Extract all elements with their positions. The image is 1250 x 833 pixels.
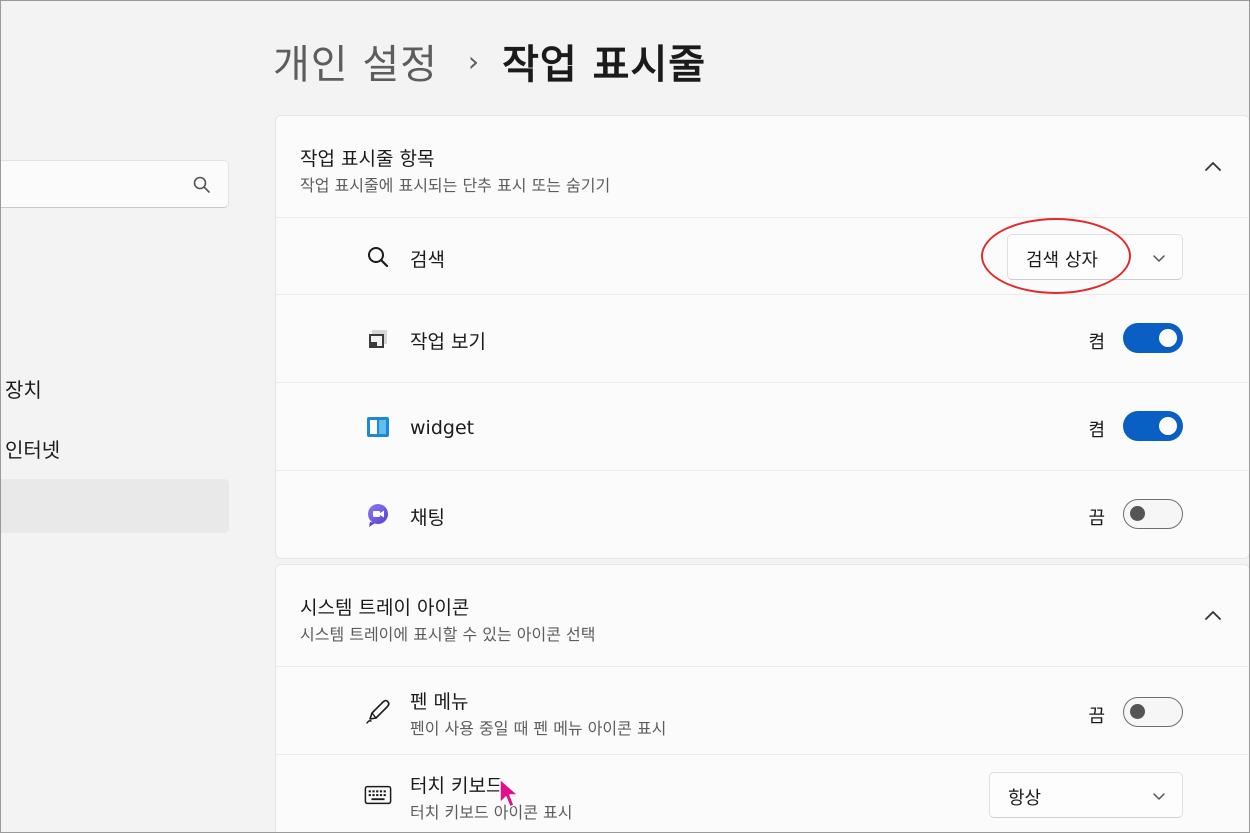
page-title: 작업 표시줄 bbox=[502, 42, 707, 88]
settings-window: 개인 설정 › 작업 표시줄 장치 인터넷 작업 표시줄 항목 작업 표시줄에 … bbox=[0, 0, 1250, 833]
chevron-up-icon[interactable] bbox=[1201, 156, 1225, 176]
toggle-knob bbox=[1130, 704, 1145, 719]
pen-menu-setting-row: 펜 메뉴 펜이 사용 중일 때 펜 메뉴 아이콘 표시 끔 bbox=[276, 667, 1249, 755]
taskbar-items-card: 작업 표시줄 항목 작업 표시줄에 표시되는 단추 표시 또는 숨기기 검색 검… bbox=[275, 115, 1249, 559]
toggle-state-text: 켬 bbox=[1088, 420, 1105, 441]
search-mode-dropdown[interactable]: 검색 상자 bbox=[1007, 234, 1183, 280]
taskbar-items-header[interactable]: 작업 표시줄 항목 작업 표시줄에 표시되는 단추 표시 또는 숨기기 bbox=[276, 116, 1249, 218]
keyboard-icon bbox=[364, 781, 392, 809]
touch-keyboard-description: 터치 키보드 아이콘 표시 bbox=[410, 803, 573, 822]
system-tray-header[interactable]: 시스템 트레이 아이콘 시스템 트레이에 표시할 수 있는 아이콘 선택 bbox=[276, 565, 1249, 667]
sidebar-item-label: 인터넷 bbox=[5, 437, 61, 462]
search-icon bbox=[364, 243, 392, 271]
sidebar-item-label: 장치 bbox=[5, 377, 42, 402]
section-description: 시스템 트레이에 표시할 수 있는 아이콘 선택 bbox=[300, 625, 596, 644]
breadcrumb-parent[interactable]: 개인 설정 bbox=[273, 32, 438, 90]
section-title: 시스템 트레이 아이콘 bbox=[300, 597, 470, 619]
widgets-icon bbox=[364, 413, 392, 441]
task-view-setting-row: 작업 보기 켬 bbox=[276, 295, 1249, 383]
widgets-label: widget bbox=[410, 417, 475, 439]
toggle-knob bbox=[1130, 506, 1145, 521]
sidebar-item-personalization[interactable] bbox=[1, 479, 229, 533]
widgets-setting-row: widget 켬 bbox=[276, 383, 1249, 471]
toggle-knob bbox=[1159, 329, 1177, 347]
sidebar-item-devices[interactable]: 장치 bbox=[1, 361, 229, 415]
pen-menu-label: 펜 메뉴 bbox=[410, 691, 469, 713]
task-view-label: 작업 보기 bbox=[410, 331, 486, 353]
toggle-knob bbox=[1159, 417, 1177, 435]
chevron-down-icon bbox=[1153, 793, 1165, 800]
section-description: 작업 표시줄에 표시되는 단추 표시 또는 숨기기 bbox=[300, 176, 611, 195]
chat-icon bbox=[364, 501, 392, 529]
chat-label: 채팅 bbox=[410, 507, 445, 529]
pen-menu-toggle[interactable] bbox=[1123, 697, 1183, 727]
search-setting-row: 검색 검색 상자 bbox=[276, 218, 1249, 295]
chevron-up-icon[interactable] bbox=[1201, 605, 1225, 625]
breadcrumb: 개인 설정 › 작업 표시줄 bbox=[273, 31, 706, 91]
sidebar-item-network[interactable]: 인터넷 bbox=[1, 421, 229, 475]
toggle-state-text: 켬 bbox=[1088, 332, 1105, 353]
task-view-icon bbox=[364, 325, 392, 353]
touch-keyboard-label: 터치 키보드 bbox=[410, 775, 504, 797]
chat-toggle[interactable] bbox=[1123, 499, 1183, 529]
section-title: 작업 표시줄 항목 bbox=[300, 148, 435, 170]
search-label: 검색 bbox=[410, 249, 445, 271]
dropdown-value: 항상 bbox=[1008, 788, 1042, 809]
toggle-state-text: 끔 bbox=[1088, 706, 1105, 727]
task-view-toggle[interactable] bbox=[1123, 323, 1183, 353]
pen-icon bbox=[364, 697, 392, 725]
touch-keyboard-setting-row: 터치 키보드 터치 키보드 아이콘 표시 항상 bbox=[276, 755, 1249, 832]
touch-keyboard-dropdown[interactable]: 항상 bbox=[989, 772, 1183, 818]
pen-menu-description: 펜이 사용 중일 때 펜 메뉴 아이콘 표시 bbox=[410, 719, 667, 738]
widgets-toggle[interactable] bbox=[1123, 411, 1183, 441]
search-icon bbox=[193, 176, 210, 193]
breadcrumb-separator: › bbox=[467, 44, 481, 78]
chat-setting-row: 채팅 끔 bbox=[276, 471, 1249, 558]
toggle-state-text: 끔 bbox=[1088, 508, 1105, 529]
mouse-cursor-icon bbox=[499, 778, 519, 808]
settings-search-input[interactable] bbox=[1, 160, 229, 208]
chevron-down-icon bbox=[1153, 255, 1165, 262]
dropdown-value: 검색 상자 bbox=[1026, 250, 1098, 271]
system-tray-icons-card: 시스템 트레이 아이콘 시스템 트레이에 표시할 수 있는 아이콘 선택 펜 메… bbox=[275, 564, 1249, 832]
